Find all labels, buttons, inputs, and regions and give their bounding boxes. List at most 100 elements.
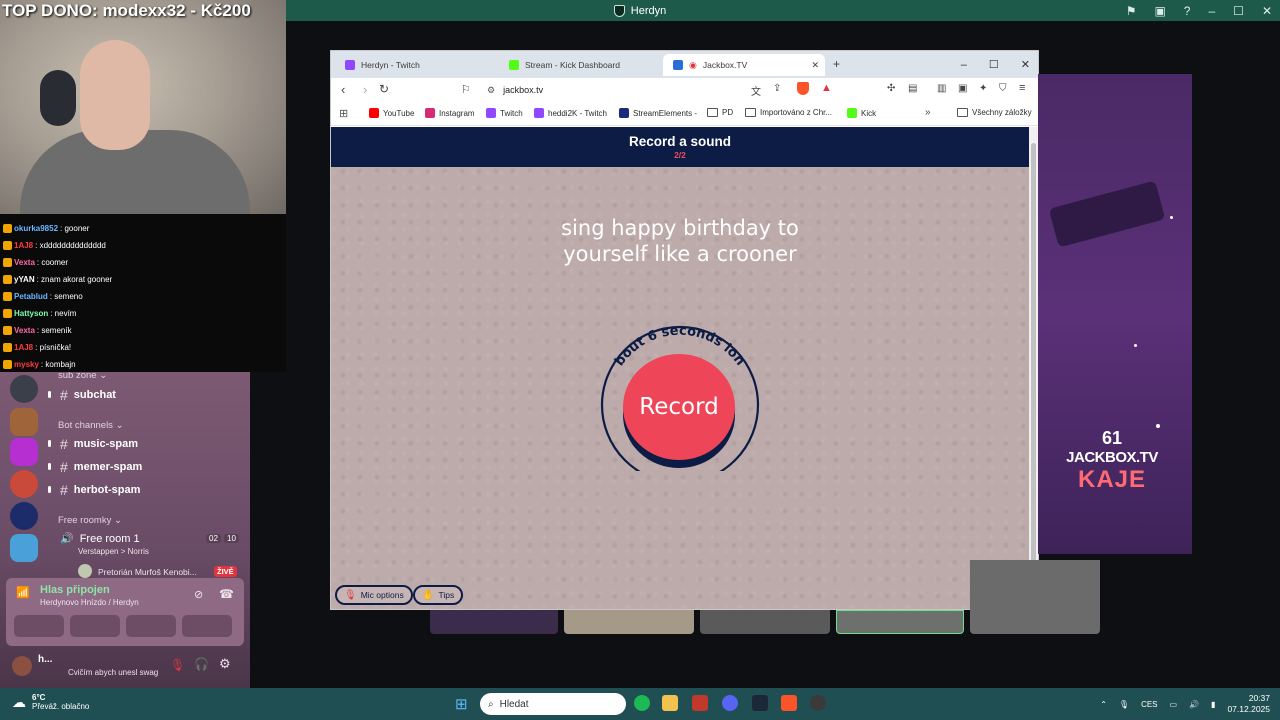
brave-icon[interactable] [781,695,797,711]
server-icon[interactable] [10,408,38,436]
page-scrollbar[interactable] [1029,127,1038,609]
server-icon[interactable] [10,438,38,466]
server-icon[interactable] [10,470,38,498]
maximize-icon[interactable]: ☐ [1233,4,1244,18]
category-free-roomky[interactable]: Free roomky ⌄ [58,515,122,526]
menu-icon[interactable]: ≡ [1019,82,1025,94]
server-icon[interactable] [10,502,38,530]
file-explorer-icon[interactable] [662,695,678,711]
mic-muted-icon[interactable]: 🎙 [170,658,185,672]
voice-location[interactable]: Herdynovo Hnízdo / Herdyn [40,598,139,607]
bookmark-folder-pd[interactable]: PD [707,108,733,117]
inbox-icon[interactable]: ▣ [1154,4,1165,18]
rewards-icon[interactable]: ▲ [821,82,832,94]
bookmark-heddi2k-twitch[interactable]: heddi2K - Twitch [534,108,607,118]
voice-connection-panel: 📶 Hlas připojen Herdynovo Hnízdo / Herdy… [6,578,244,646]
channel-subchat[interactable]: # subchat [60,387,116,403]
chat-username: Vexta [14,258,35,267]
tab-twitch[interactable]: Herdyn - Twitch [335,54,495,76]
taskbar-search[interactable]: ⌕ Hledat [480,693,626,715]
server-icon[interactable] [10,375,38,403]
disconnect-icon[interactable]: ☎ [219,587,234,601]
activities-button[interactable] [126,615,176,637]
battery-icon[interactable]: ▮ [1211,700,1215,709]
close-icon[interactable]: ✕ [1021,58,1030,71]
mic-options-button[interactable]: 🎙 Mic options [335,585,413,605]
microphone-icon: 🎙 [344,589,357,601]
soundboard-button[interactable] [182,615,232,637]
all-bookmarks[interactable]: Všechny záložky [957,108,1032,117]
apps-grid-icon[interactable]: ⊞ [339,107,348,120]
leo-ai-icon[interactable]: ✦ [979,83,987,94]
url-text[interactable]: jackbox.tv [503,85,543,95]
maximize-icon[interactable]: ☐ [989,58,999,71]
weather-widget[interactable]: ☁ 6°C Převáž. oblačno [12,693,89,711]
more-bookmarks-icon[interactable]: » [925,107,931,118]
chevron-up-icon[interactable]: ⌃ [1100,700,1107,709]
tips-button[interactable]: ✋ Tips [413,585,464,605]
new-tab-icon[interactable]: + [833,57,840,71]
category-bot-channels[interactable]: Bot channels ⌄ [58,420,124,431]
windows-start-icon[interactable]: ⊞ [455,695,468,713]
discord-icon[interactable] [722,695,738,711]
channel-memer-spam[interactable]: # memer-spam [60,459,142,475]
site-info-icon[interactable]: ⚙ [487,85,495,96]
minimize-icon[interactable]: – [1208,4,1215,18]
record-button[interactable]: Record [623,354,735,460]
bookmark-instagram[interactable]: Instagram [425,108,475,118]
channel-herbot-spam[interactable]: # herbot-spam [60,482,140,498]
chat-badge-icon [3,292,12,301]
hash-icon: # [60,482,68,498]
translate-icon[interactable]: 文 [751,83,761,98]
record-area: about 6 seconds long Record [597,305,763,471]
voice-channel-free-room-1[interactable]: 🔊 Free room 1 [60,532,140,546]
close-icon[interactable]: ✕ [1262,4,1272,18]
chat-text: : semeno [49,292,83,301]
sidebar-icon[interactable]: ▥ [937,83,946,94]
brave-shield-icon[interactable] [797,82,809,95]
steam-icon[interactable] [752,695,768,711]
tab-kick-dashboard[interactable]: Stream - Kick Dashboard [499,54,659,76]
reload-icon[interactable]: ↻ [379,82,389,96]
wallet-icon[interactable]: ▤ [908,83,917,94]
scrollbar-thumb[interactable] [1031,143,1036,583]
discord-window-title: Herdyn [613,4,666,17]
bookmark-folder-imported[interactable]: Importováno z Chr... [745,108,832,117]
noise-suppression-icon[interactable]: ⊘ [194,588,203,601]
language-indicator[interactable]: CES [1141,700,1157,709]
hash-icon: # [60,436,68,452]
bookmark-twitch[interactable]: Twitch [486,108,523,118]
extensions-icon[interactable]: ✣ [887,83,895,94]
voice-member-name[interactable]: Pretorián Murfoš Kenobi... [98,567,197,577]
help-icon[interactable]: ? [1184,4,1191,18]
spotify-icon[interactable] [634,695,650,711]
settings-gear-icon[interactable]: ⚙ [219,656,231,672]
taskbar-clock[interactable]: 20:37 07.12.2025 [1227,693,1270,715]
volume-icon[interactable]: 🔊 [1189,700,1199,709]
flag-icon[interactable]: ⚑ [1126,4,1137,18]
minimize-icon[interactable]: – [961,59,967,71]
channel-music-spam[interactable]: # music-spam [60,436,138,452]
voicemeeter-icon[interactable] [692,695,708,711]
avatar[interactable] [12,656,32,676]
server-icon[interactable] [10,534,38,562]
network-icon[interactable]: ▭ [1170,700,1178,709]
bookmark-icon[interactable]: ⚐ [461,83,471,96]
page-title: Record a sound [628,134,731,149]
share-icon[interactable]: ⇪ [773,83,781,94]
close-tab-icon[interactable]: ✕ [811,60,819,71]
wallet-2-icon[interactable]: ▣ [958,83,967,94]
tab-jackbox[interactable]: ◉ Jackbox.TV ✕ [663,54,825,76]
vpn-icon[interactable]: ⛉ [999,83,1007,94]
forward-icon[interactable]: › [363,82,367,97]
back-icon[interactable]: ‹ [341,82,345,97]
obs-icon[interactable] [810,695,826,711]
screen-share-button[interactable] [70,615,120,637]
headphones-icon[interactable]: 🎧 [194,657,209,671]
camera-off-button[interactable] [14,615,64,637]
microphone-icon[interactable]: 🎙 [1119,700,1129,709]
bookmark-youtube[interactable]: YouTube [369,108,414,118]
bookmark-streamelements[interactable]: StreamElements - [619,108,697,118]
bookmark-kick[interactable]: Kick [847,108,876,118]
address-bar[interactable]: ⚙ jackbox.tv [481,81,771,99]
